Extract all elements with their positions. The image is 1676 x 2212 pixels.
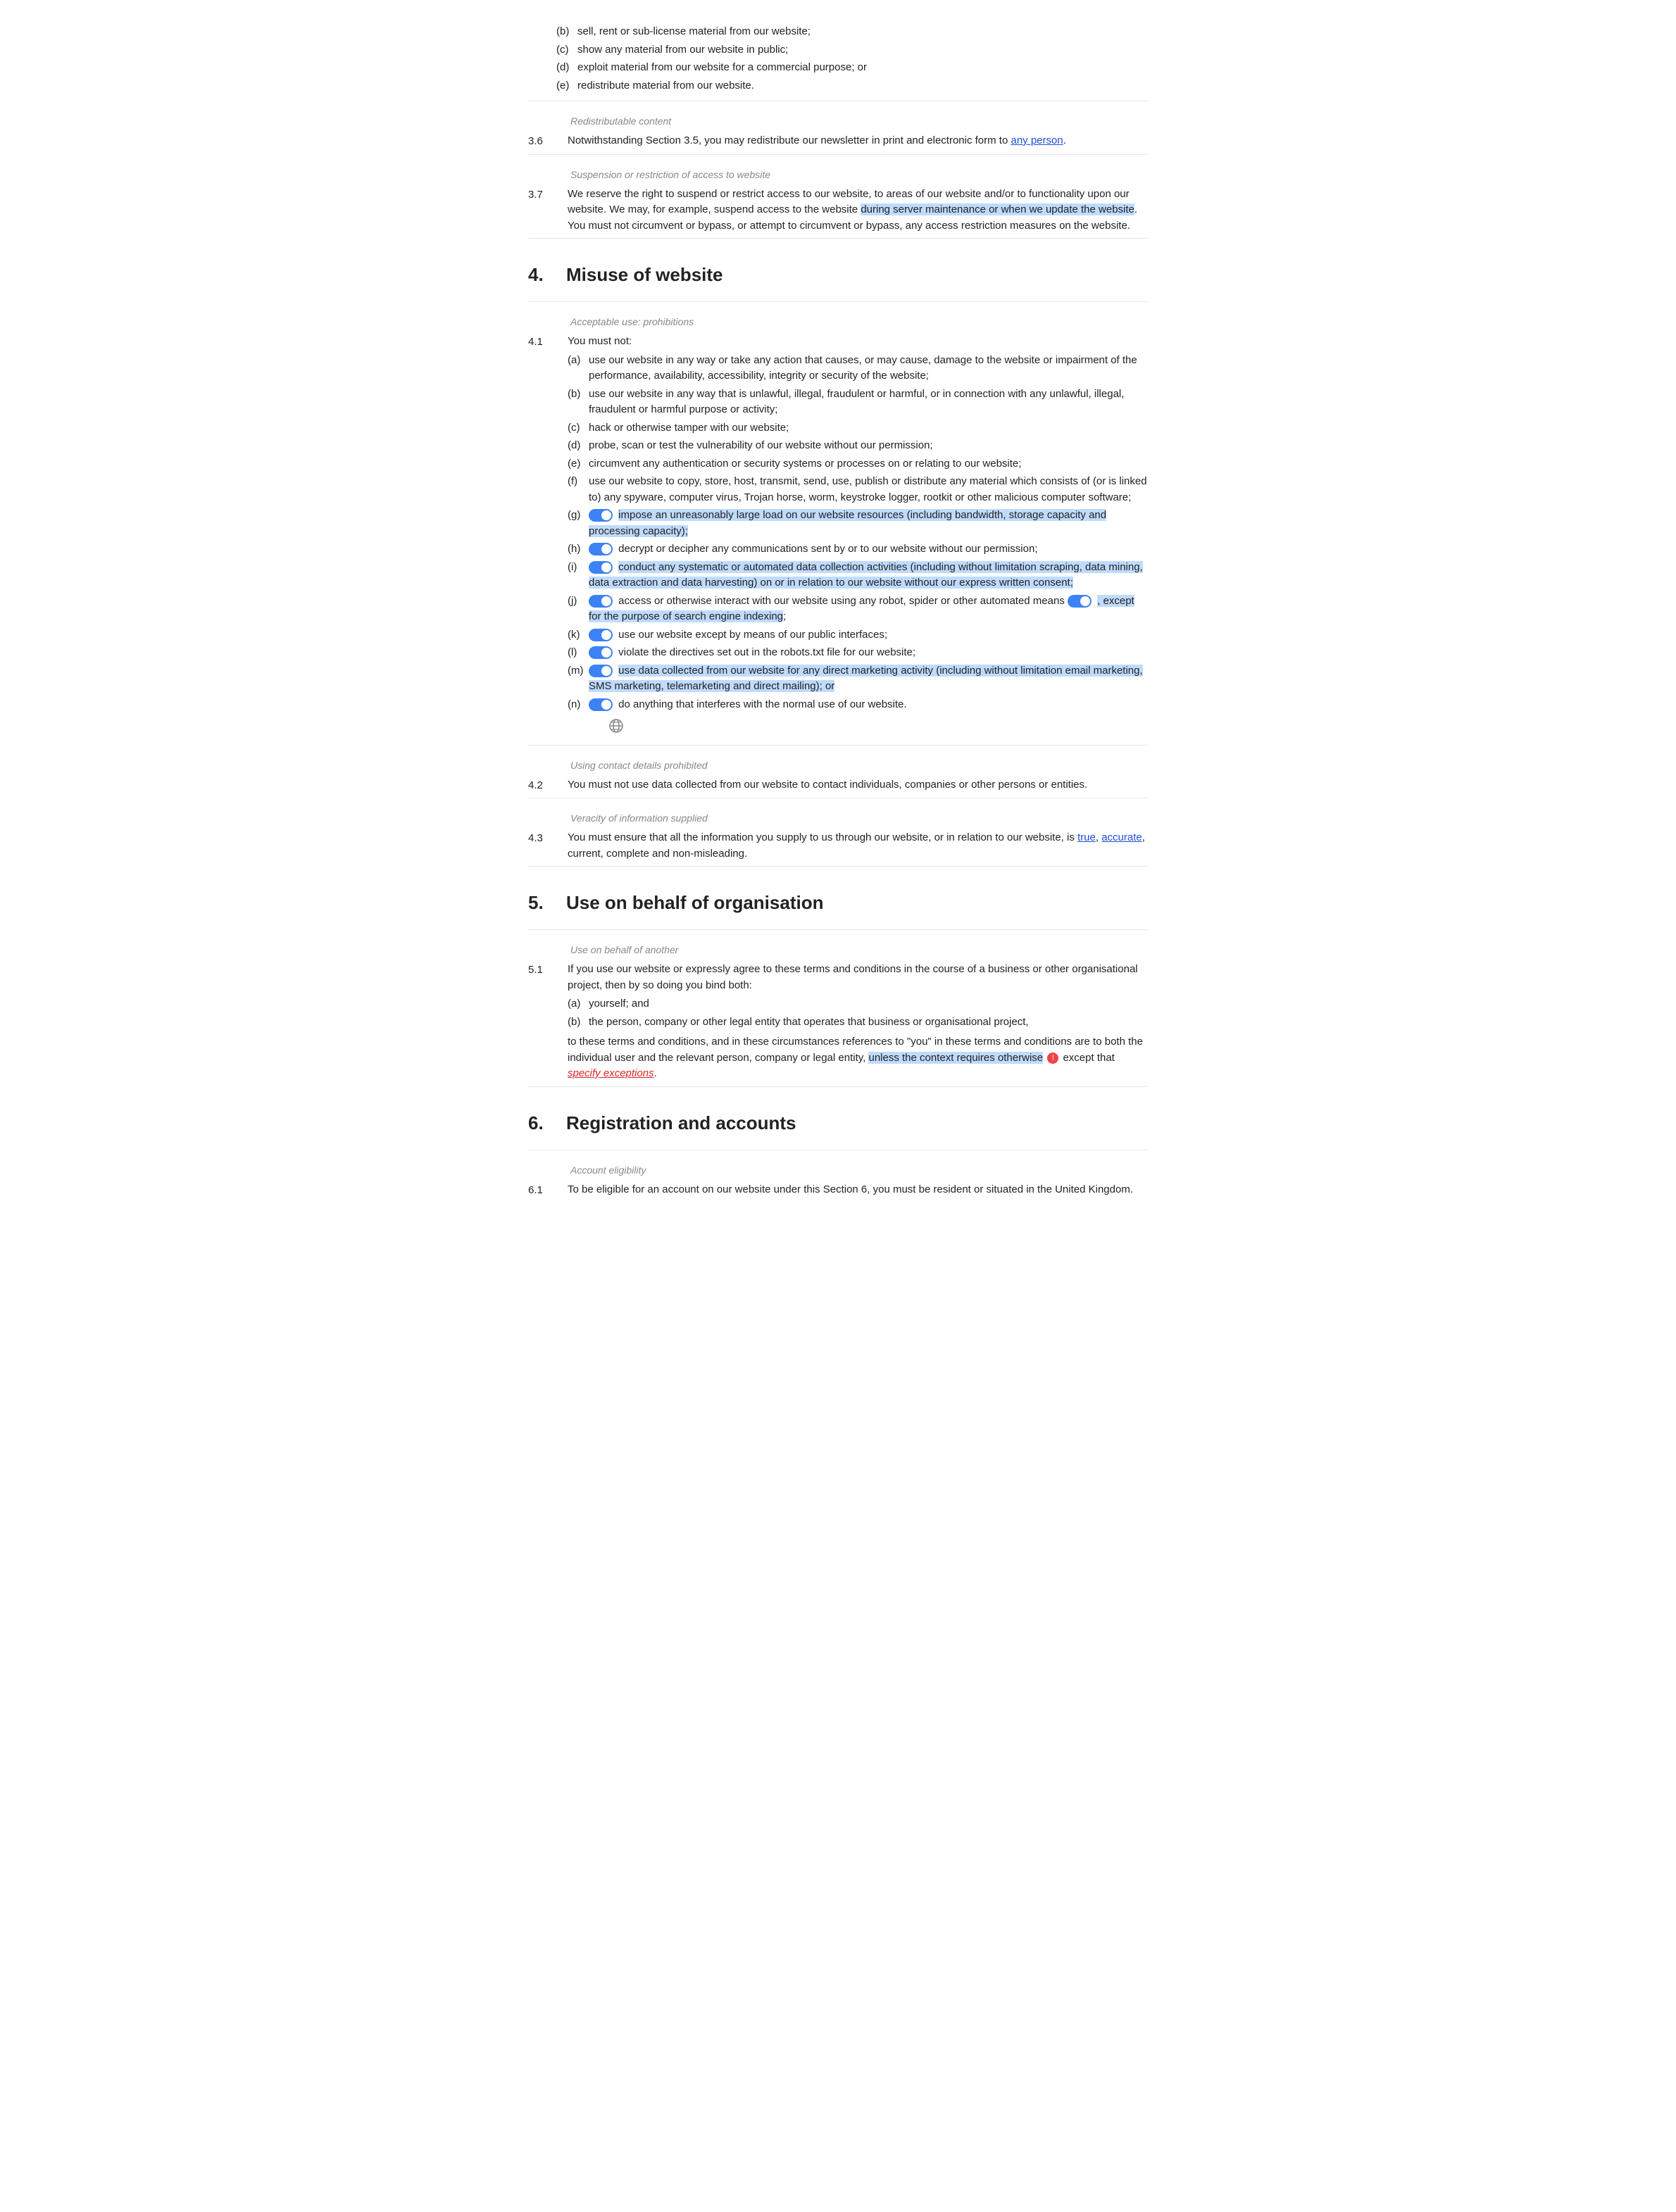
toggle-i[interactable] [589,561,613,574]
list-item-d: (d) probe, scan or test the vulnerabilit… [568,438,1148,454]
list-item-g: (g) impose an unreasonably large load on… [568,508,1148,539]
list-item: (d) exploit material from our website fo… [556,60,1148,76]
list-item-m: (m) use data collected from our website … [568,663,1148,695]
subsection-label-redistributable: Redistributable content [570,114,1148,129]
list-item-i: (i) conduct any systematic or automated … [568,560,1148,591]
clause-3-6: 3.6 Notwithstanding Section 3.5, you may… [528,133,1148,150]
list-item-f: (f) use our website to copy, store, host… [568,474,1148,505]
clause-4-1: 4.1 You must not: (a) use our website in… [528,334,1148,741]
clause-5-1-list: (a) yourself; and (b) the person, compan… [568,996,1148,1030]
subsection-label-contact: Using contact details prohibited [570,758,1148,773]
clause-4-3: 4.3 You must ensure that all the informa… [528,830,1148,862]
list-item-l: (l) violate the directives set out in th… [568,645,1148,661]
toggle-l[interactable] [589,646,613,659]
list-item-j: (j) access or otherwise interact with ou… [568,593,1148,625]
toggle-n[interactable] [589,698,613,711]
clause-3-7: 3.7 We reserve the right to suspend or r… [528,187,1148,234]
globe-icon [608,718,624,734]
list-item-k: (k) use our website except by means of o… [568,627,1148,643]
toggle-j[interactable] [589,595,613,608]
subsection-label-account-eligibility: Account eligibility [570,1163,1148,1178]
subsection-label-acceptable-use: Acceptable use: prohibitions [570,315,1148,329]
subsection-label-suspension: Suspension or restriction of access to w… [570,168,1148,182]
list-item: (c) show any material from our website i… [556,42,1148,58]
list-item: (e) redistribute material from our websi… [556,78,1148,94]
subsection-label-veracity: Veracity of information supplied [570,811,1148,826]
list-item-h: (h) decrypt or decipher any communicatio… [568,541,1148,558]
list-item-n: (n) do anything that interferes with the… [568,697,1148,713]
list-item-5-1-a: (a) yourself; and [568,996,1148,1012]
clause-5-1: 5.1 If you use our website or expressly … [528,962,1148,1082]
subsection-label-use-on-behalf: Use on behalf of another [570,943,1148,957]
clause-4-1-list: (a) use our website in any way or take a… [568,353,1148,713]
toggle-g[interactable] [589,509,613,522]
list-item-e: (e) circumvent any authentication or sec… [568,456,1148,472]
list-item-c: (c) hack or otherwise tamper with our we… [568,420,1148,436]
section-6-heading: 6. Registration and accounts [528,1110,1148,1137]
list-item-5-1-b: (b) the person, company or other legal e… [568,1014,1148,1031]
list-item-b: (b) use our website in any way that is u… [568,387,1148,418]
clause-4-2: 4.2 You must not use data collected from… [528,777,1148,794]
clause-6-1: 6.1 To be eligible for an account on our… [528,1182,1148,1199]
toggle-j2[interactable] [1068,595,1092,608]
toggle-m[interactable] [589,665,613,677]
error-circle: ! [1047,1052,1058,1064]
specify-exceptions: specify exceptions [568,1067,654,1079]
toggle-h[interactable] [589,543,613,555]
toggle-k[interactable] [589,629,613,641]
list-item: (b) sell, rent or sub-license material f… [556,24,1148,40]
section-4-heading: 4. Misuse of website [528,261,1148,289]
section-5-heading: 5. Use on behalf of organisation [528,889,1148,917]
list-item-a: (a) use our website in any way or take a… [568,353,1148,384]
